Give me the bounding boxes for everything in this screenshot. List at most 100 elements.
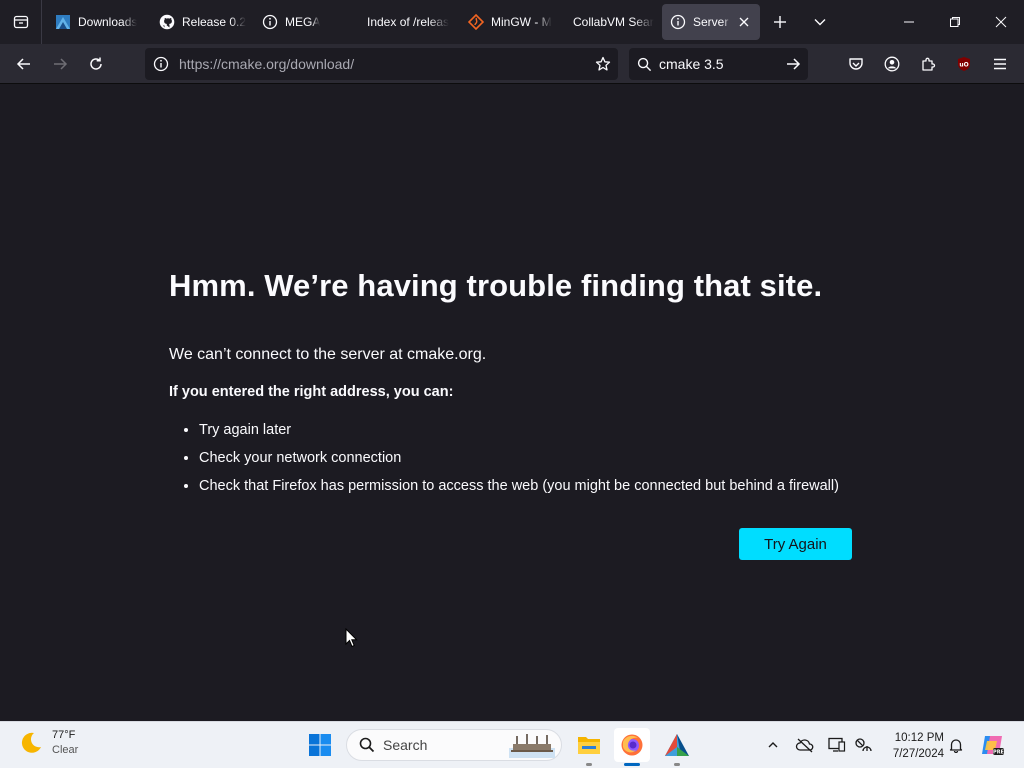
url-bar[interactable]: https://cmake.org/download/ xyxy=(145,48,618,80)
ublock-icon: uO xyxy=(958,57,970,71)
start-button[interactable] xyxy=(308,733,332,762)
taskbar: 77°F Clear Search 10:12 PM 7/27/2024 PRE xyxy=(0,721,1024,768)
url-text[interactable]: https://cmake.org/download/ xyxy=(179,56,588,72)
active-indicator xyxy=(624,763,640,766)
cmake-logo-icon xyxy=(665,734,689,756)
clock-date: 7/27/2024 xyxy=(892,748,944,760)
list-item: Check that Firefox has permission to acc… xyxy=(199,472,869,500)
folder-icon xyxy=(578,737,600,754)
ublock-origin-button[interactable]: uO xyxy=(946,48,982,80)
tab-downloads[interactable]: Downloads xyxy=(47,4,151,40)
tab-title: Server N xyxy=(693,15,732,29)
tab-strip: Downloads Release 0.2 MEGA Index of /rel… xyxy=(0,0,1024,44)
close-tab-icon[interactable] xyxy=(736,14,752,30)
account-icon xyxy=(884,56,900,72)
try-again-button[interactable]: Try Again xyxy=(739,528,852,560)
tab-title: MEGA xyxy=(285,15,321,29)
network-disconnected-icon xyxy=(855,738,872,752)
tab-title: CollabVM Sear xyxy=(573,15,654,29)
display-button[interactable] xyxy=(825,734,849,756)
pocket-icon xyxy=(849,58,863,70)
close-icon xyxy=(995,16,1007,28)
minimize-icon xyxy=(904,21,914,23)
suggestion-heading: If you entered the right address, you ca… xyxy=(169,384,454,400)
list-item: Try again later xyxy=(199,416,869,444)
toolbar-extensions: uO xyxy=(838,48,1018,80)
chevron-down-icon xyxy=(814,19,826,26)
svg-text:uO: uO xyxy=(959,62,968,69)
minimize-button[interactable] xyxy=(886,0,932,44)
reload-icon xyxy=(90,57,102,70)
url-path: /download/ xyxy=(286,56,355,72)
list-all-tabs-button[interactable] xyxy=(800,0,840,44)
restore-button[interactable] xyxy=(932,0,978,44)
tab-server-not-found[interactable]: Server N xyxy=(662,4,760,40)
extensions-button[interactable] xyxy=(910,48,946,80)
tab-title: Index of /releas xyxy=(367,15,450,29)
arrow-left-icon xyxy=(16,57,30,70)
firefox-view-button[interactable] xyxy=(0,0,42,44)
search-input[interactable]: cmake 3.5 xyxy=(659,56,778,72)
error-message: We can’t connect to the server at cmake.… xyxy=(169,346,487,363)
copilot-button[interactable]: PRE xyxy=(978,731,1006,759)
info-icon xyxy=(262,14,278,30)
tab-title: MinGW - M xyxy=(491,15,552,29)
system-clock[interactable]: 10:12 PM 7/27/2024 xyxy=(880,730,944,762)
app-menu-button[interactable] xyxy=(982,48,1018,80)
sourceforge-icon xyxy=(468,14,484,30)
network-button[interactable] xyxy=(851,734,875,756)
mouse-cursor-icon xyxy=(345,627,358,653)
taskbar-firefox[interactable] xyxy=(614,728,650,766)
navigation-toolbar: https://cmake.org/download/ cmake 3.5 uO xyxy=(0,44,1024,84)
taskbar-search[interactable]: Search xyxy=(346,729,562,761)
bell-icon xyxy=(949,739,963,753)
tab-mingw[interactable]: MinGW - M xyxy=(460,4,563,40)
back-button[interactable] xyxy=(6,48,42,80)
new-tab-button[interactable] xyxy=(760,0,800,44)
search-go-icon[interactable] xyxy=(778,56,808,72)
search-bar[interactable]: cmake 3.5 xyxy=(629,48,808,80)
hamburger-menu-icon xyxy=(994,58,1006,70)
reload-button[interactable] xyxy=(78,48,114,80)
windows-logo-icon xyxy=(309,734,331,756)
github-icon xyxy=(159,14,175,30)
close-window-button[interactable] xyxy=(978,0,1024,44)
tab-collabvm[interactable]: CollabVM Sear xyxy=(563,4,662,40)
info-icon xyxy=(670,14,686,30)
pocket-button[interactable] xyxy=(838,48,874,80)
tab-index-of-releases[interactable]: Index of /releas xyxy=(357,4,460,40)
account-button[interactable] xyxy=(874,48,910,80)
notifications-button[interactable] xyxy=(944,734,968,756)
show-hidden-icons-button[interactable] xyxy=(761,734,785,756)
tab-release[interactable]: Release 0.2 xyxy=(151,4,254,40)
weather-widget[interactable]: 77°F Clear xyxy=(18,728,78,758)
running-indicator xyxy=(674,763,680,766)
running-indicator xyxy=(586,763,592,766)
taskbar-cmake[interactable] xyxy=(659,728,695,766)
monitor-icon xyxy=(828,737,846,752)
forward-button[interactable] xyxy=(42,48,78,80)
weather-temperature: 77°F xyxy=(52,729,76,741)
plus-icon xyxy=(774,16,786,28)
firefox-view-icon xyxy=(13,15,28,29)
puzzle-icon xyxy=(922,57,936,71)
taskbar-file-explorer[interactable] xyxy=(571,728,607,766)
bookmark-star-icon[interactable] xyxy=(588,56,618,72)
firefox-icon xyxy=(621,734,643,756)
tab-title: Downloads xyxy=(78,15,138,29)
onedrive-button[interactable] xyxy=(793,734,817,756)
error-title: Hmm. We’re having trouble finding that s… xyxy=(169,268,823,303)
page-content: Hmm. We’re having trouble finding that s… xyxy=(0,85,1024,721)
tab-list: Downloads Release 0.2 MEGA Index of /rel… xyxy=(42,0,760,44)
search-highlight-image-icon xyxy=(509,734,555,763)
copilot-icon: PRE xyxy=(982,736,1005,756)
cmake-logo-icon xyxy=(55,14,71,30)
url-host: https://cmake.org xyxy=(179,56,287,72)
suggestion-list: Try again later Check your network conne… xyxy=(169,416,869,500)
cloud-offline-icon xyxy=(795,738,814,753)
taskbar-search-placeholder: Search xyxy=(383,737,428,753)
site-info-icon[interactable] xyxy=(147,56,175,72)
tab-mega[interactable]: MEGA xyxy=(254,4,357,40)
tab-title: Release 0.2 xyxy=(182,15,246,29)
window-controls xyxy=(886,0,1024,44)
